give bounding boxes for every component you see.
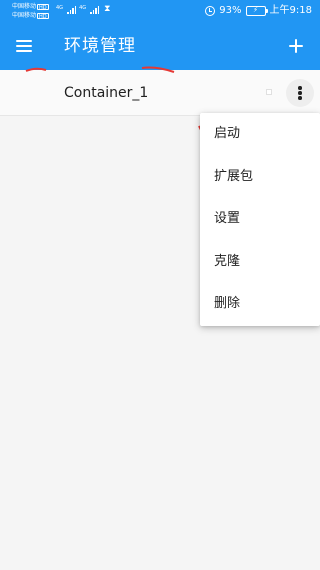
menu-item-extensions[interactable]: 扩展包 [200,156,320,199]
overflow-menu: 启动 扩展包 设置 克隆 删除 [200,113,320,326]
list-item[interactable]: Container_1 [0,66,320,116]
app-bar: 环境管理 [0,22,320,70]
carrier-info: 中国移动 HD 中国移动 HD [12,2,49,20]
overflow-menu-button[interactable] [286,79,314,107]
network-type-label: 4G [79,5,87,11]
signal-icon [90,6,100,14]
menu-button[interactable] [14,36,34,56]
carrier-label: 中国移动 [12,12,37,19]
signal-indicators: 4G 4G ⧗ [56,5,110,14]
status-bar: 中国移动 HD 中国移动 HD 4G 4G ⧗ 93% ⚡ 上午9:18 [0,0,320,22]
row-indicator [266,89,272,95]
alarm-icon [205,5,216,16]
hd-badge: HD [37,3,49,11]
add-icon [289,39,303,53]
battery-percent: 93% [219,5,242,16]
menu-icon [16,40,32,52]
menu-item-settings[interactable]: 设置 [200,198,320,241]
environment-name: Container_1 [64,85,149,101]
page-title: 环境管理 [64,36,136,56]
hourglass-icon: ⧗ [104,4,111,14]
carrier-row-2: 中国移动 HD [12,11,49,20]
carrier-row-1: 中国移动 HD [12,2,49,11]
network-type-label: 4G [56,5,64,11]
menu-item-delete[interactable]: 删除 [200,283,320,326]
add-environment-button[interactable] [284,34,308,58]
clock: 上午9:18 [269,5,312,16]
menu-item-clone[interactable]: 克隆 [200,241,320,284]
carrier-label: 中国移动 [12,3,37,10]
environment-list: Container_1 [0,66,320,116]
annotation-marks [25,66,175,73]
battery-charging-icon: ⚡ [245,5,268,16]
signal-icon [67,6,77,14]
menu-item-start[interactable]: 启动 [200,113,320,156]
hd-badge: HD [37,12,49,20]
status-right: 93% ⚡ 上午9:18 [205,4,312,17]
more-vert-icon [298,86,302,100]
